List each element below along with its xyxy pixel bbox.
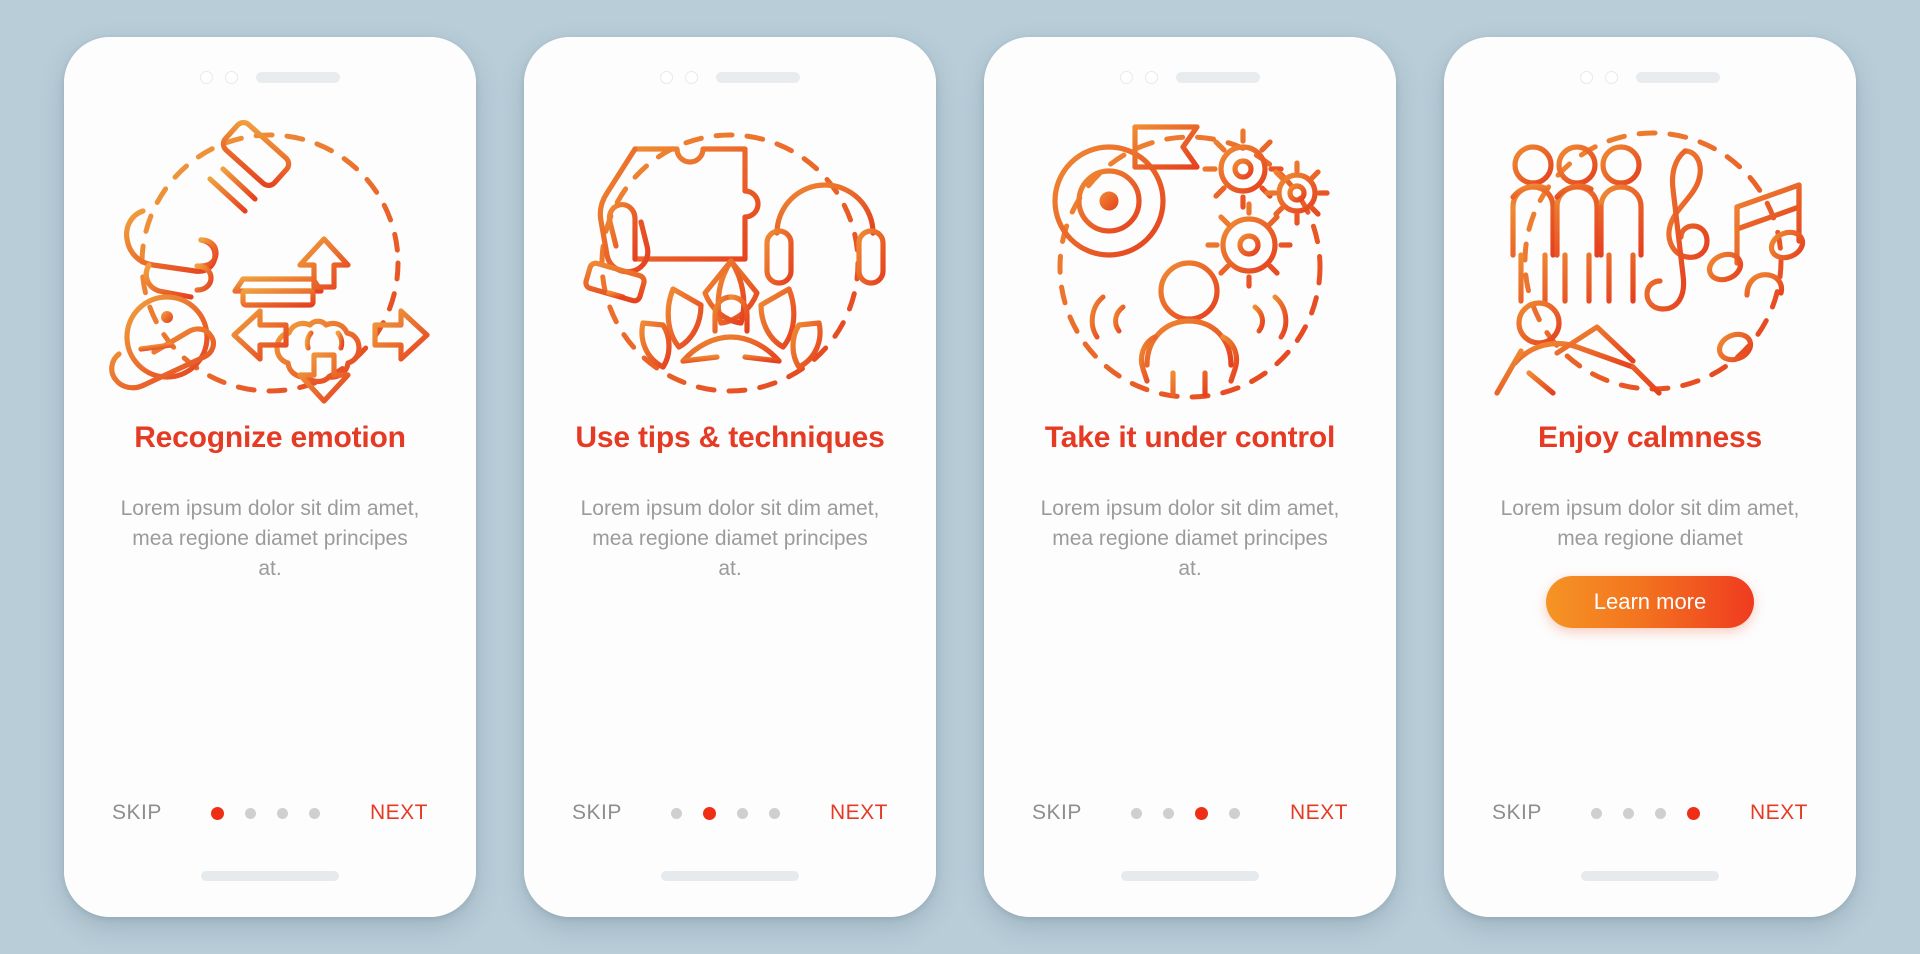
screen-title: Take it under control [1044,421,1336,454]
onboarding-screen-1: Recognize emotion Lorem ipsum dolor sit … [64,37,476,917]
home-indicator [1121,871,1259,881]
progress-dot-2[interactable] [1163,807,1175,819]
progress-dot-4[interactable] [309,807,321,819]
phone-mockup-4: Enjoy calmness Lorem ipsum dolor sit dim… [1444,37,1856,917]
person-lounging-icon [1494,300,1670,396]
illustration-use-tips-techniques [565,111,895,411]
progress-dot-3[interactable] [1655,807,1667,819]
phone-sensor-bar [200,69,340,85]
progress-dot-3[interactable] [737,807,749,819]
screen-body-text: Lorem ipsum dolor sit dim amet, mea regi… [1040,496,1340,581]
progress-dot-4[interactable] [1687,806,1701,820]
lotus-meditation-icon [639,258,823,376]
phone-mockup-1: Recognize emotion Lorem ipsum dolor sit … [64,37,476,917]
illustration-enjoy-calmness [1485,111,1815,411]
screen-body-text: Lorem ipsum dolor sit dim amet, mea regi… [120,496,420,581]
gavel-icon [207,119,292,214]
speaker-grill [256,71,340,83]
progress-dot-1[interactable] [1131,807,1143,819]
progress-dot-3[interactable] [277,807,289,819]
progress-dot-2[interactable] [1623,807,1635,819]
skip-button[interactable]: SKIP [572,801,622,825]
onboarding-nav-1: SKIP NEXT [64,801,476,825]
screen-title: Recognize emotion [134,421,406,454]
headphones-icon [764,182,886,286]
progress-dot-4[interactable] [769,807,781,819]
phone-mockup-2: Use tips & techniques Lorem ipsum dolor … [524,37,936,917]
next-button[interactable]: NEXT [1750,801,1808,825]
phone-mockup-3: Take it under control Lorem ipsum dolor … [984,37,1396,917]
illustration-take-it-under-control [1025,111,1355,411]
illustration-recognize-emotion [105,111,435,411]
screen-title: Use tips & techniques [575,421,885,454]
music-notes-icon [1706,182,1806,363]
brain-icon [274,316,362,385]
speaker-grill [1176,71,1260,83]
home-indicator [661,871,799,881]
screen-title: Enjoy calmness [1538,421,1762,454]
progress-dot-2[interactable] [245,807,257,819]
treble-clef-icon [1644,148,1710,312]
screen-body-text: Lorem ipsum dolor sit dim amet, mea regi… [580,496,880,581]
skip-button[interactable]: SKIP [112,801,162,825]
progress-dot-1[interactable] [211,806,225,820]
next-button[interactable]: NEXT [1290,801,1348,825]
home-indicator [1581,871,1719,881]
onboarding-nav-4: SKIP NEXT [1444,801,1856,825]
phone-sensor-bar [660,69,800,85]
progress-dot-2[interactable] [703,806,717,820]
progress-dots [162,806,370,820]
progress-dots [622,806,830,820]
speaker-grill [1636,71,1720,83]
screen-body-text: Lorem ipsum dolor sit dim amet, mea regi… [1500,496,1800,550]
speaker-grill [716,71,800,83]
onboarding-nav-3: SKIP NEXT [984,801,1396,825]
onboarding-nav-2: SKIP NEXT [524,801,936,825]
progress-dot-1[interactable] [671,807,683,819]
phone-sensor-bar [1120,69,1260,85]
proximity-sensor-icon [1145,70,1158,84]
home-indicator [201,871,339,881]
phone-sensor-bar [1580,69,1720,85]
sound-block-icon [232,276,324,308]
onboarding-screen-3: Take it under control Lorem ipsum dolor … [984,37,1396,917]
camera-icon [1580,70,1593,84]
target-flag-icon [1052,124,1200,258]
skip-button[interactable]: SKIP [1492,801,1542,825]
proximity-sensor-icon [685,70,698,84]
onboarding-screen-4: Enjoy calmness Lorem ipsum dolor sit dim… [1444,37,1856,917]
camera-icon [1120,70,1133,84]
camera-icon [660,70,673,84]
next-button[interactable]: NEXT [830,801,888,825]
next-button[interactable]: NEXT [370,801,428,825]
progress-dots [1542,806,1750,820]
onboarding-screens-stage: Recognize emotion Lorem ipsum dolor sit … [0,0,1920,954]
learn-more-button[interactable]: Learn more [1546,576,1754,629]
progress-dot-3[interactable] [1195,806,1209,820]
person-flexing-icon [1138,260,1240,398]
info-icon [124,294,210,380]
camera-icon [200,70,213,84]
proximity-sensor-icon [225,70,238,84]
progress-dot-4[interactable] [1229,807,1241,819]
onboarding-screen-2: Use tips & techniques Lorem ipsum dolor … [524,37,936,917]
progress-dot-1[interactable] [1591,807,1603,819]
progress-dots [1082,806,1290,820]
gears-icon [1202,128,1330,289]
skip-button[interactable]: SKIP [1032,801,1082,825]
proximity-sensor-icon [1605,70,1618,84]
hand-puzzle-icon [583,146,761,304]
